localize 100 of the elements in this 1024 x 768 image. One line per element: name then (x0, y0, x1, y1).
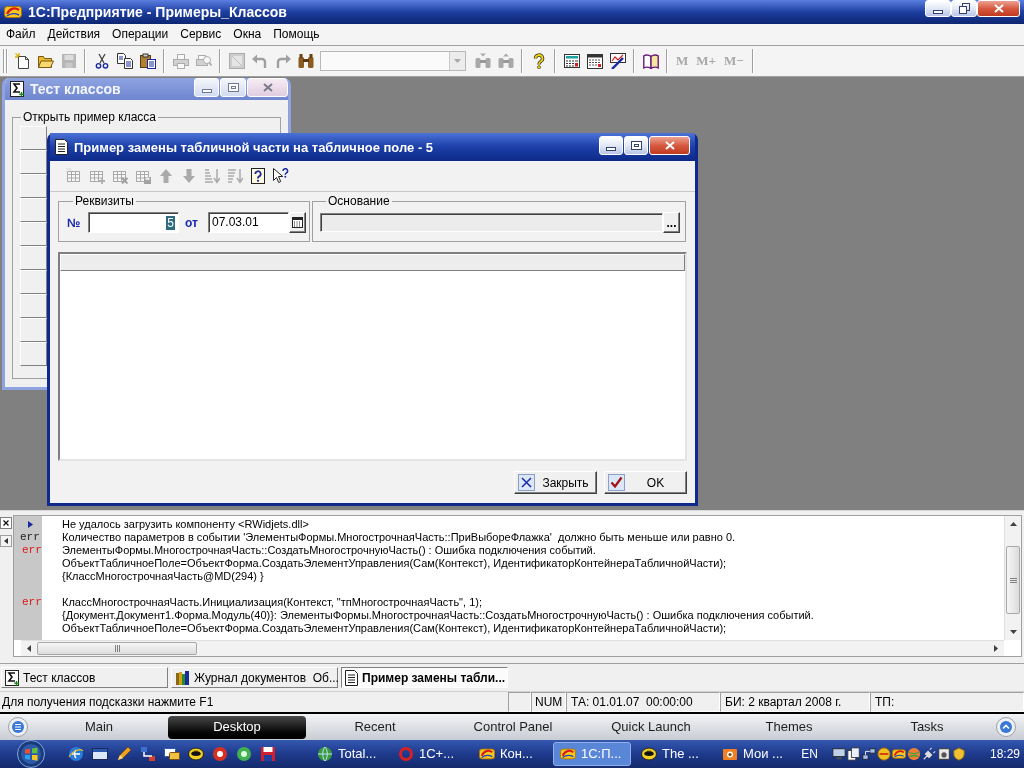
clock: 18:29 (989, 746, 1020, 763)
minus-circle-icon[interactable] (876, 747, 891, 761)
document-stack-icon[interactable] (846, 747, 861, 761)
shield-icon[interactable] (951, 747, 966, 761)
taskbar-button[interactable]: Total... (310, 742, 388, 766)
close-icon (664, 141, 675, 150)
close-button[interactable] (649, 136, 690, 155)
status-panel: NUM (531, 692, 566, 712)
message-text: ОбъектТабличноеПоле=ОбъектФорма.СоздатьЭлементУправления(Сам(Контекст), ИдентификаторКонтейнераТабличнойЧасти); (62, 557, 727, 570)
sort-descending-icon (226, 168, 243, 184)
restore-button[interactable] (951, 0, 977, 17)
panel-arrow-button[interactable] (0, 535, 12, 547)
maximize-button[interactable] (220, 78, 246, 97)
toolbar-grip-icon[interactable] (3, 49, 8, 73)
ok-button[interactable]: OK (604, 471, 687, 494)
plug-icon[interactable] (921, 747, 936, 761)
example-button[interactable] (20, 174, 47, 198)
example-button[interactable] (20, 126, 47, 150)
taskbar-button[interactable]: The ... (634, 742, 712, 766)
basis-field[interactable] (320, 213, 663, 232)
close-button[interactable] (247, 78, 288, 97)
language-indicator[interactable]: EN (801, 745, 818, 763)
launcher-tab[interactable]: Tasks (858, 715, 996, 739)
example-button[interactable] (20, 342, 47, 366)
close-button[interactable] (977, 0, 1020, 17)
date-field[interactable]: 07.03.01 (208, 212, 289, 233)
example-button[interactable] (20, 294, 47, 318)
overlapping-windows-icon[interactable] (164, 746, 180, 762)
example-button[interactable] (20, 318, 47, 342)
window-tab[interactable]: Пример замены табли... (341, 667, 508, 688)
chart-pen-icon (609, 53, 626, 69)
print-preview-icon (195, 53, 212, 69)
emblem-icon[interactable] (188, 746, 204, 762)
example-button[interactable] (20, 150, 47, 174)
ball-icon[interactable] (906, 747, 921, 761)
menu-item[interactable]: Действия (41, 24, 107, 45)
maximize-button[interactable] (624, 136, 648, 155)
minimize-button[interactable] (599, 136, 623, 155)
list-circle-icon[interactable] (8, 717, 28, 737)
scissors-icon (93, 53, 110, 69)
taskbar-button[interactable]: Кон... (472, 742, 550, 766)
minimize-button[interactable] (194, 78, 219, 97)
menu-item[interactable]: Помощь (267, 24, 326, 45)
close-button[interactable]: Закрыть (514, 471, 597, 494)
minimize-icon (933, 9, 943, 14)
horizontal-scrollbar[interactable] (21, 640, 1004, 656)
example-button[interactable] (20, 198, 47, 222)
maximize-icon (630, 141, 642, 150)
window-title: Пример замены табличной части на табличное поле - 5 (74, 140, 434, 154)
window-tab[interactable]: Журнал документов Об... (171, 667, 338, 688)
select-button[interactable]: ... (663, 212, 680, 233)
disc-icon[interactable] (236, 746, 252, 762)
scrollbar-thumb[interactable] (37, 642, 197, 655)
app-logo-icon (4, 4, 22, 20)
message-text: ЭлементыФормы.МногострочнаяЧасть::СоздатьМногострочнуюЧасть() : Ошибка подключения событий. (62, 544, 596, 557)
binoculars-icon (297, 53, 314, 69)
example-button[interactable] (20, 270, 47, 294)
triangle-marker-icon (28, 521, 33, 528)
network-icon[interactable] (140, 746, 156, 762)
globe-icon[interactable] (68, 746, 84, 762)
record-icon[interactable] (212, 746, 228, 762)
menu-item[interactable]: Сервис (174, 24, 228, 45)
taskbar-button[interactable]: Мои ... (715, 742, 793, 766)
panel-close-button[interactable] (0, 517, 12, 529)
taskbar-button[interactable]: 1С:П... (553, 742, 631, 766)
launcher-tab[interactable]: Recent (306, 715, 444, 739)
window-tab[interactable]: Тест классов (1, 667, 168, 688)
pointer-help-icon (272, 168, 289, 184)
menu-item[interactable]: Файл (0, 24, 42, 45)
example-button[interactable] (20, 246, 47, 270)
number-field[interactable]: 5 (88, 212, 179, 233)
launcher-tab[interactable]: Quick Launch (582, 715, 720, 739)
example-button[interactable] (20, 222, 47, 246)
scrollbar-thumb[interactable] (1006, 546, 1020, 614)
taskbar-button[interactable]: 1С+... (391, 742, 469, 766)
pencil-icon[interactable] (116, 746, 132, 762)
speaker-icon[interactable] (936, 747, 951, 761)
sort-ascending-icon (203, 168, 220, 184)
up-caret-circle-icon[interactable] (996, 717, 1016, 737)
launcher-tab[interactable]: Control Panel (444, 715, 582, 739)
network-icon[interactable] (861, 747, 876, 761)
window-title: 1С:Предприятие - Примеры_Классов (28, 5, 287, 19)
logo-icon[interactable] (891, 747, 906, 761)
minimize-button[interactable] (925, 0, 951, 17)
open-book-icon (642, 53, 659, 69)
start-orb-icon[interactable] (16, 740, 46, 768)
calendar-button[interactable] (289, 212, 306, 233)
launcher-tab[interactable]: Main (30, 715, 168, 739)
window-icon[interactable] (92, 746, 108, 762)
camera-icon (722, 746, 738, 762)
launcher-tab[interactable]: Desktop (168, 715, 306, 739)
vertical-scrollbar[interactable] (1004, 516, 1021, 640)
menu-item[interactable]: Операции (106, 24, 175, 45)
monitor-icon[interactable] (831, 747, 846, 761)
menu-item[interactable]: Окна (227, 24, 268, 45)
launcher-tab[interactable]: Themes (720, 715, 858, 739)
left-triangle-icon (4, 538, 8, 544)
calendar-icon (586, 53, 603, 69)
floppy-icon[interactable] (260, 746, 276, 762)
sigma-document-icon (10, 81, 24, 97)
